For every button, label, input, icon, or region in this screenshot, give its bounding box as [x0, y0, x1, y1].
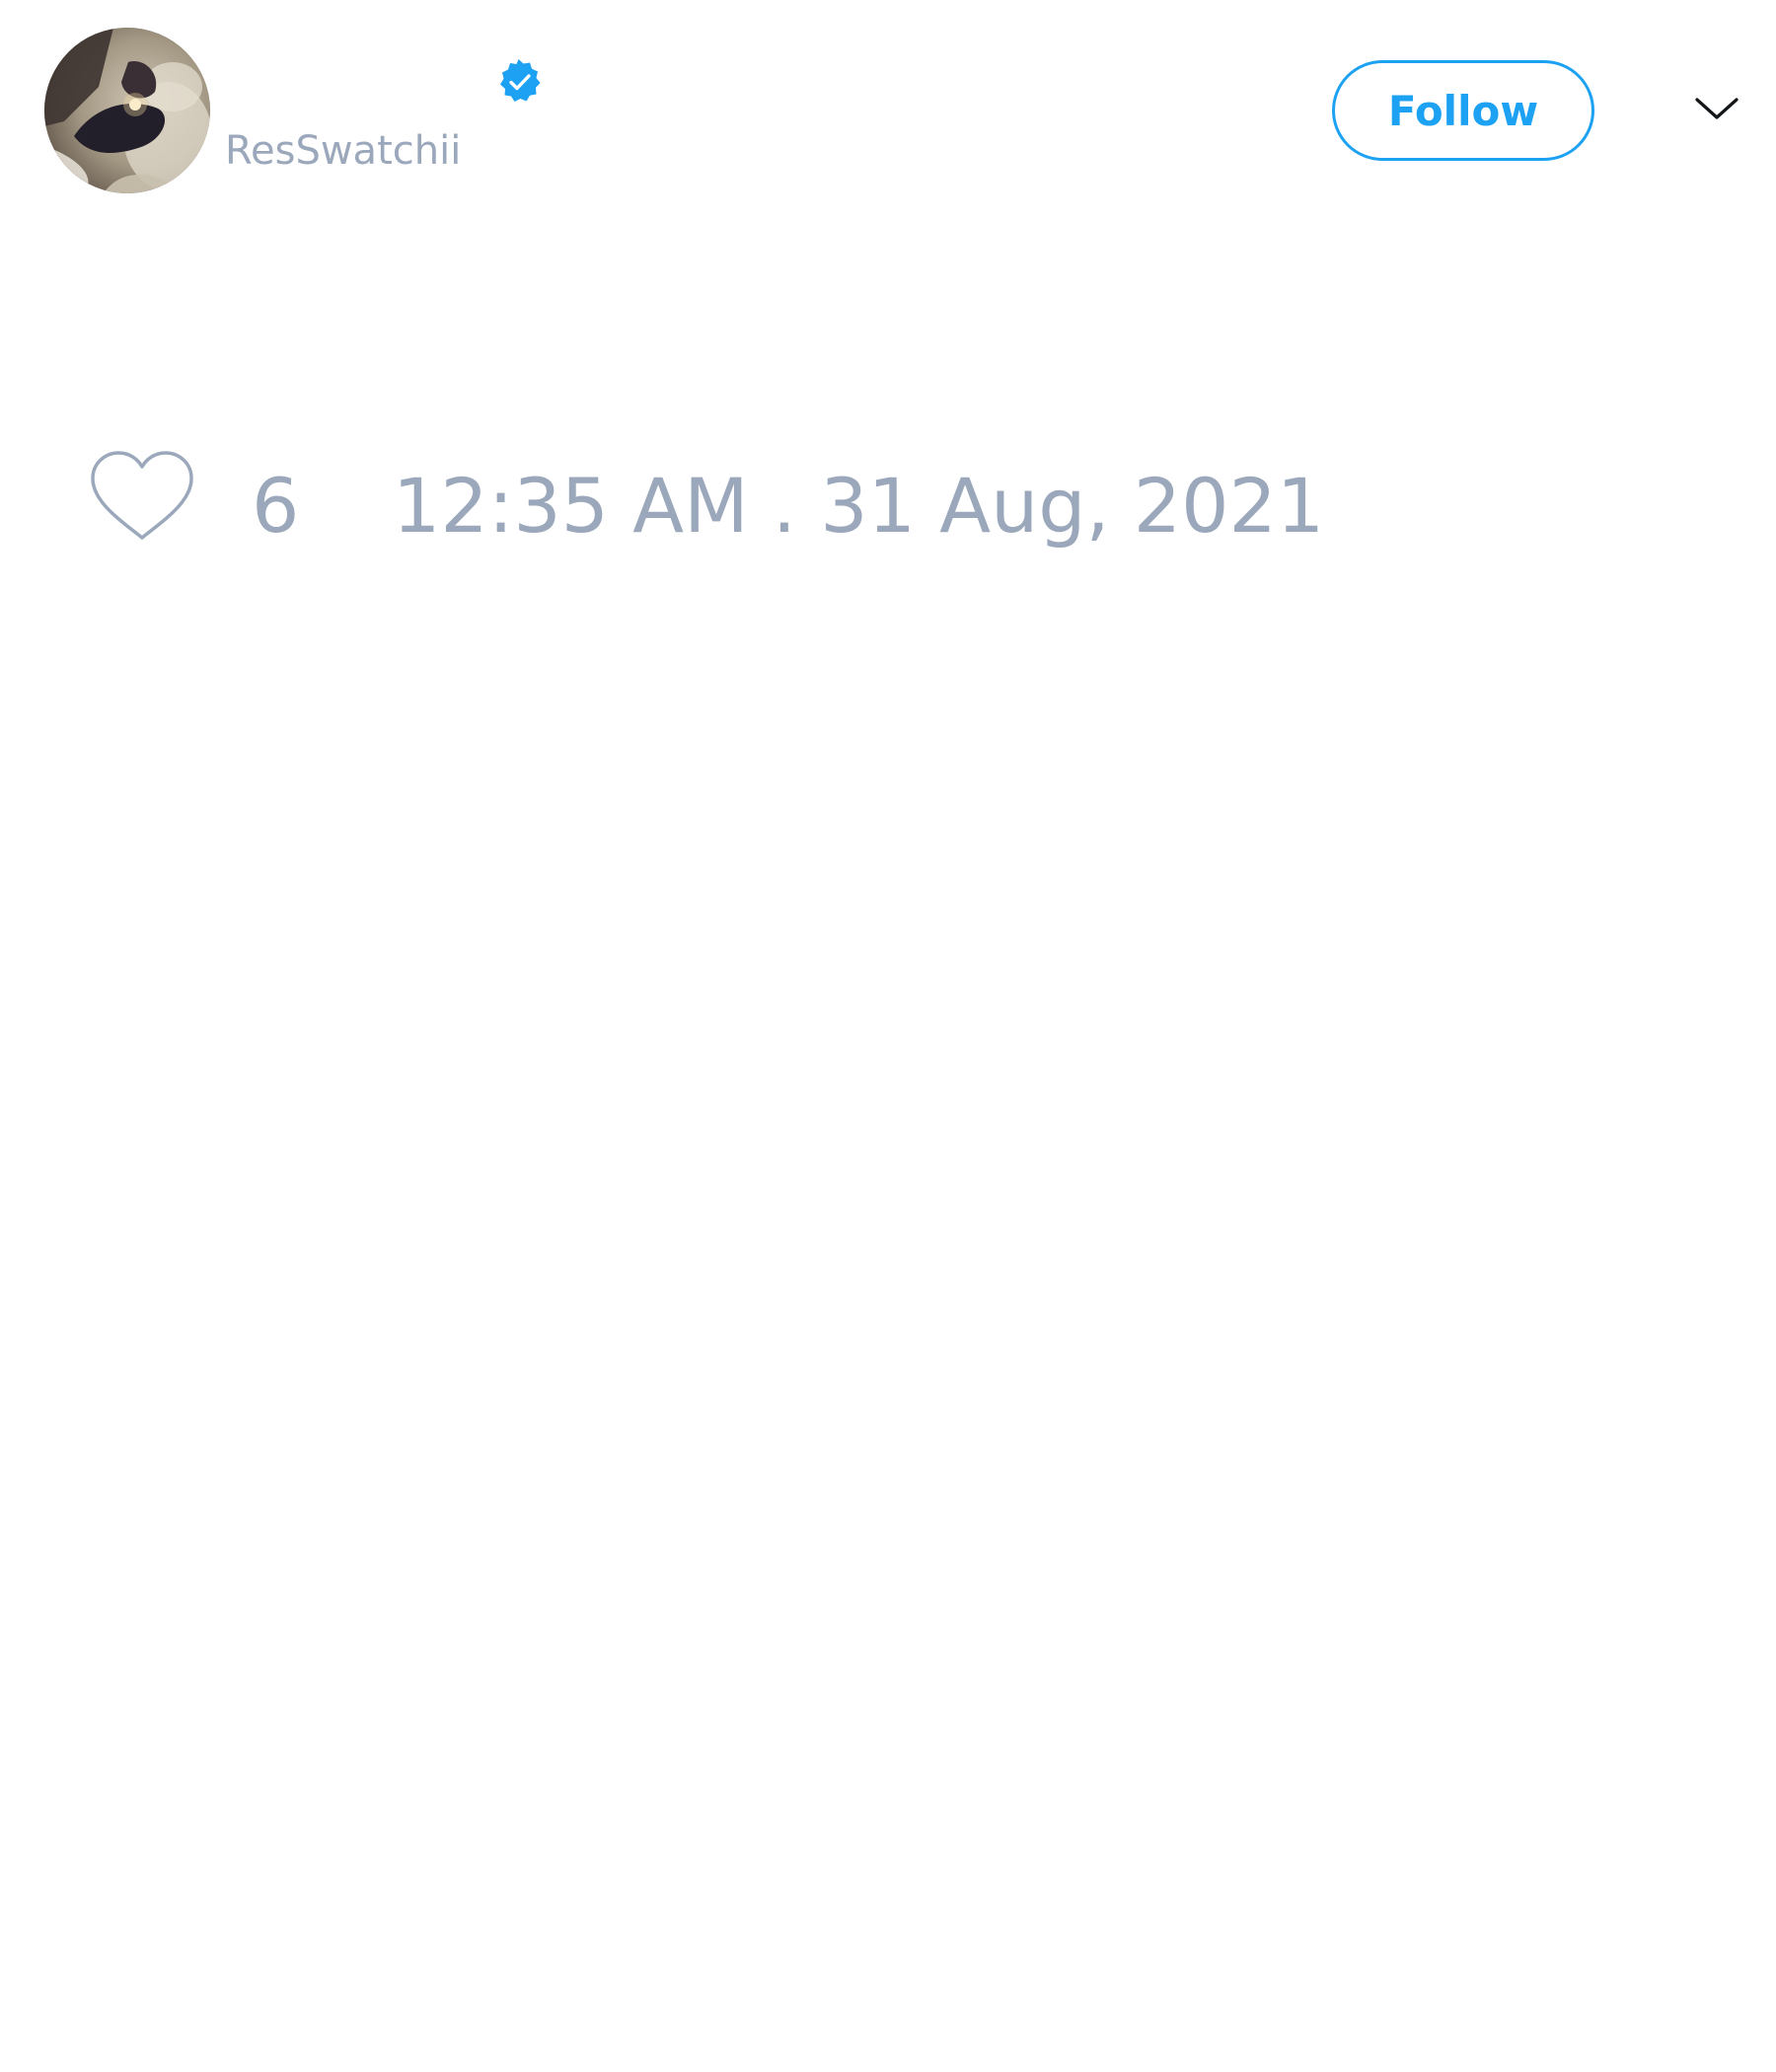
verified-badge-icon	[496, 58, 544, 106]
tweet-stats: 6 12:35 AM . 31 Aug, 2021	[0, 444, 1776, 553]
tweet-card: ResSwatchii Follow 6 12:35 AM . 31 Aug, …	[0, 0, 1776, 2072]
tweet-timestamp[interactable]: 12:35 AM . 31 Aug, 2021	[393, 462, 1324, 551]
avatar[interactable]	[44, 28, 210, 193]
follow-button[interactable]: Follow	[1332, 60, 1594, 161]
like-count: 6	[252, 462, 300, 550]
avatar-photo	[44, 28, 210, 193]
chevron-down-icon[interactable]	[1693, 91, 1740, 124]
username[interactable]: ResSwatchii	[225, 127, 461, 175]
heart-outline-icon[interactable]	[89, 449, 195, 544]
